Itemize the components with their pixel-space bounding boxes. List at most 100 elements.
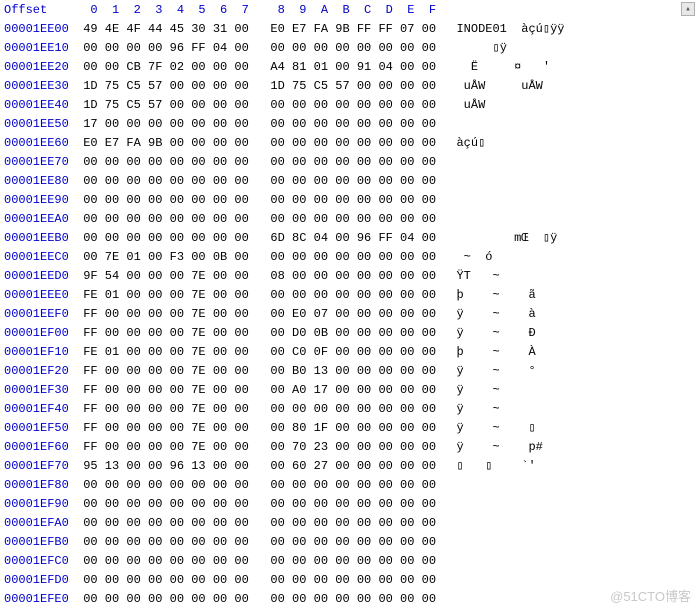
hex-row[interactable]: 00001EF30 FF 00 00 00 00 7E 00 00 00 A0 … bbox=[0, 380, 699, 399]
hex-row[interactable]: 00001EF00 FF 00 00 00 00 7E 00 00 00 D0 … bbox=[0, 323, 699, 342]
ascii-cell[interactable]: þ ~ À bbox=[436, 345, 572, 359]
hex-row[interactable]: 00001EFE0 00 00 00 00 00 00 00 00 00 00 … bbox=[0, 589, 699, 608]
hex-bytes[interactable]: 00 00 00 00 00 00 00 00 00 00 00 00 00 0… bbox=[74, 592, 436, 606]
hex-bytes[interactable]: 00 00 00 00 00 00 00 00 00 00 00 00 00 0… bbox=[74, 193, 436, 207]
ascii-cell[interactable]: mŒ ▯ÿ bbox=[436, 230, 572, 245]
ascii-cell[interactable] bbox=[436, 155, 572, 169]
offset-cell: 00001EF30 bbox=[0, 383, 74, 397]
ascii-cell[interactable]: ÿ ~ p# bbox=[436, 440, 572, 454]
hex-bytes[interactable]: FE 01 00 00 00 7E 00 00 00 C0 0F 00 00 0… bbox=[74, 345, 436, 359]
hex-row[interactable]: 00001EE50 17 00 00 00 00 00 00 00 00 00 … bbox=[0, 114, 699, 133]
scroll-up-arrow-icon[interactable]: ▴ bbox=[681, 2, 695, 16]
ascii-cell[interactable]: àçú▯ bbox=[436, 135, 572, 150]
ascii-cell[interactable] bbox=[436, 174, 572, 188]
ascii-cell[interactable]: ~ ó bbox=[436, 250, 572, 264]
ascii-cell[interactable] bbox=[436, 516, 572, 530]
hex-row[interactable]: 00001EE70 00 00 00 00 00 00 00 00 00 00 … bbox=[0, 152, 699, 171]
ascii-cell[interactable]: ▯ ▯ `' bbox=[436, 458, 572, 473]
ascii-cell[interactable]: uÅW uÅW bbox=[436, 79, 572, 93]
ascii-cell[interactable] bbox=[436, 573, 572, 587]
hex-row[interactable]: 00001EE10 00 00 00 00 96 FF 04 00 00 00 … bbox=[0, 38, 699, 57]
hex-row[interactable]: 00001EE40 1D 75 C5 57 00 00 00 00 00 00 … bbox=[0, 95, 699, 114]
hex-bytes[interactable]: 00 00 CB 7F 02 00 00 00 A4 81 01 00 91 0… bbox=[74, 60, 436, 74]
hex-row[interactable]: 00001EE00 49 4E 4F 44 45 30 31 00 E0 E7 … bbox=[0, 19, 699, 38]
hex-bytes[interactable]: 00 00 00 00 00 00 00 00 00 00 00 00 00 0… bbox=[74, 516, 436, 530]
hex-bytes[interactable]: 1D 75 C5 57 00 00 00 00 00 00 00 00 00 0… bbox=[74, 98, 436, 112]
hex-row[interactable]: 00001EFA0 00 00 00 00 00 00 00 00 00 00 … bbox=[0, 513, 699, 532]
ascii-cell[interactable]: ÿ ~ Ð bbox=[436, 326, 572, 340]
hex-row[interactable]: 00001EE90 00 00 00 00 00 00 00 00 00 00 … bbox=[0, 190, 699, 209]
hex-row[interactable]: 00001EF90 00 00 00 00 00 00 00 00 00 00 … bbox=[0, 494, 699, 513]
hex-bytes[interactable]: 9F 54 00 00 00 7E 00 00 08 00 00 00 00 0… bbox=[74, 269, 436, 283]
hex-row[interactable]: 00001EEE0 FE 01 00 00 00 7E 00 00 00 00 … bbox=[0, 285, 699, 304]
ascii-cell[interactable] bbox=[436, 592, 572, 606]
hex-bytes[interactable]: 00 00 00 00 00 00 00 00 6D 8C 04 00 96 F… bbox=[74, 231, 436, 245]
hex-row[interactable]: 00001EF20 FF 00 00 00 00 7E 00 00 00 B0 … bbox=[0, 361, 699, 380]
offset-cell: 00001EFA0 bbox=[0, 516, 74, 530]
ascii-cell[interactable] bbox=[436, 497, 572, 511]
hex-bytes[interactable]: 17 00 00 00 00 00 00 00 00 00 00 00 00 0… bbox=[74, 117, 436, 131]
hex-bytes[interactable]: 00 00 00 00 00 00 00 00 00 00 00 00 00 0… bbox=[74, 174, 436, 188]
ascii-cell[interactable]: ŸT ~ bbox=[436, 269, 572, 283]
hex-bytes[interactable]: FF 00 00 00 00 7E 00 00 00 80 1F 00 00 0… bbox=[74, 421, 436, 435]
hex-row[interactable]: 00001EEB0 00 00 00 00 00 00 00 00 6D 8C … bbox=[0, 228, 699, 247]
offset-cell: 00001EE10 bbox=[0, 41, 74, 55]
hex-viewer: Offset 0 1 2 3 4 5 6 7 8 9 A B C D E F 0… bbox=[0, 0, 699, 611]
ascii-cell[interactable]: ÿ ~ ▯ bbox=[436, 420, 572, 435]
ascii-cell[interactable]: uÅW bbox=[436, 98, 572, 112]
hex-bytes[interactable]: 00 00 00 00 00 00 00 00 00 00 00 00 00 0… bbox=[74, 212, 436, 226]
hex-row[interactable]: 00001EEC0 00 7E 01 00 F3 00 0B 00 00 00 … bbox=[0, 247, 699, 266]
hex-bytes[interactable]: FF 00 00 00 00 7E 00 00 00 B0 13 00 00 0… bbox=[74, 364, 436, 378]
hex-bytes[interactable]: FF 00 00 00 00 7E 00 00 00 D0 0B 00 00 0… bbox=[74, 326, 436, 340]
hex-bytes[interactable]: E0 E7 FA 9B 00 00 00 00 00 00 00 00 00 0… bbox=[74, 136, 436, 150]
ascii-cell[interactable]: ÿ ~ ° bbox=[436, 364, 572, 378]
hex-row[interactable]: 00001EFC0 00 00 00 00 00 00 00 00 00 00 … bbox=[0, 551, 699, 570]
hex-bytes[interactable]: FF 00 00 00 00 7E 00 00 00 E0 07 00 00 0… bbox=[74, 307, 436, 321]
hex-bytes[interactable]: 00 00 00 00 00 00 00 00 00 00 00 00 00 0… bbox=[74, 155, 436, 169]
ascii-cell[interactable]: þ ~ ã bbox=[436, 288, 572, 302]
hex-row[interactable]: 00001EE30 1D 75 C5 57 00 00 00 00 1D 75 … bbox=[0, 76, 699, 95]
ascii-cell[interactable]: Ë ¤ ' bbox=[436, 60, 572, 74]
hex-row[interactable]: 00001EE20 00 00 CB 7F 02 00 00 00 A4 81 … bbox=[0, 57, 699, 76]
hex-row[interactable]: 00001EF10 FE 01 00 00 00 7E 00 00 00 C0 … bbox=[0, 342, 699, 361]
hex-row[interactable]: 00001EFB0 00 00 00 00 00 00 00 00 00 00 … bbox=[0, 532, 699, 551]
ascii-cell[interactable]: ÿ ~ à bbox=[436, 307, 572, 321]
hex-row[interactable]: 00001EE60 E0 E7 FA 9B 00 00 00 00 00 00 … bbox=[0, 133, 699, 152]
ascii-cell[interactable] bbox=[436, 193, 572, 207]
hex-row[interactable]: 00001EFD0 00 00 00 00 00 00 00 00 00 00 … bbox=[0, 570, 699, 589]
ascii-cell[interactable] bbox=[436, 478, 572, 492]
hex-bytes[interactable]: 00 00 00 00 96 FF 04 00 00 00 00 00 00 0… bbox=[74, 41, 436, 55]
hex-row[interactable]: 00001EED0 9F 54 00 00 00 7E 00 00 08 00 … bbox=[0, 266, 699, 285]
hex-bytes[interactable]: 00 00 00 00 00 00 00 00 00 00 00 00 00 0… bbox=[74, 573, 436, 587]
hex-bytes[interactable]: 00 00 00 00 00 00 00 00 00 00 00 00 00 0… bbox=[74, 497, 436, 511]
hex-row[interactable]: 00001EF80 00 00 00 00 00 00 00 00 00 00 … bbox=[0, 475, 699, 494]
ascii-cell[interactable] bbox=[436, 535, 572, 549]
hex-row[interactable]: 00001EEF0 FF 00 00 00 00 7E 00 00 00 E0 … bbox=[0, 304, 699, 323]
ascii-cell[interactable] bbox=[436, 554, 572, 568]
hex-bytes[interactable]: 00 7E 01 00 F3 00 0B 00 00 00 00 00 00 0… bbox=[74, 250, 436, 264]
hex-bytes[interactable]: 00 00 00 00 00 00 00 00 00 00 00 00 00 0… bbox=[74, 554, 436, 568]
hex-bytes[interactable]: 00 00 00 00 00 00 00 00 00 00 00 00 00 0… bbox=[74, 535, 436, 549]
hex-bytes[interactable]: 95 13 00 00 96 13 00 00 00 60 27 00 00 0… bbox=[74, 459, 436, 473]
hex-row[interactable]: 00001EF70 95 13 00 00 96 13 00 00 00 60 … bbox=[0, 456, 699, 475]
hex-row[interactable]: 00001EF60 FF 00 00 00 00 7E 00 00 00 70 … bbox=[0, 437, 699, 456]
hex-row[interactable]: 00001EF40 FF 00 00 00 00 7E 00 00 00 00 … bbox=[0, 399, 699, 418]
hex-bytes[interactable]: 1D 75 C5 57 00 00 00 00 1D 75 C5 57 00 0… bbox=[74, 79, 436, 93]
ascii-cell[interactable] bbox=[436, 212, 572, 226]
ascii-cell[interactable]: ▯ÿ bbox=[436, 40, 572, 55]
hex-row[interactable]: 00001EEA0 00 00 00 00 00 00 00 00 00 00 … bbox=[0, 209, 699, 228]
hex-row[interactable]: 00001EF50 FF 00 00 00 00 7E 00 00 00 80 … bbox=[0, 418, 699, 437]
hex-bytes[interactable]: 00 00 00 00 00 00 00 00 00 00 00 00 00 0… bbox=[74, 478, 436, 492]
offset-cell: 00001EF40 bbox=[0, 402, 74, 416]
hex-bytes[interactable]: 49 4E 4F 44 45 30 31 00 E0 E7 FA 9B FF F… bbox=[74, 22, 436, 36]
ascii-cell[interactable] bbox=[436, 117, 572, 131]
hex-bytes[interactable]: FF 00 00 00 00 7E 00 00 00 A0 17 00 00 0… bbox=[74, 383, 436, 397]
offset-cell: 00001EF80 bbox=[0, 478, 74, 492]
ascii-cell[interactable]: INODE01 àçú▯ÿÿ bbox=[436, 21, 564, 36]
hex-row[interactable]: 00001EE80 00 00 00 00 00 00 00 00 00 00 … bbox=[0, 171, 699, 190]
hex-bytes[interactable]: FF 00 00 00 00 7E 00 00 00 70 23 00 00 0… bbox=[74, 440, 436, 454]
hex-bytes[interactable]: FF 00 00 00 00 7E 00 00 00 00 00 00 00 0… bbox=[74, 402, 436, 416]
hex-bytes[interactable]: FE 01 00 00 00 7E 00 00 00 00 00 00 00 0… bbox=[74, 288, 436, 302]
ascii-cell[interactable]: ÿ ~ bbox=[436, 383, 572, 397]
ascii-cell[interactable]: ÿ ~ bbox=[436, 402, 572, 416]
